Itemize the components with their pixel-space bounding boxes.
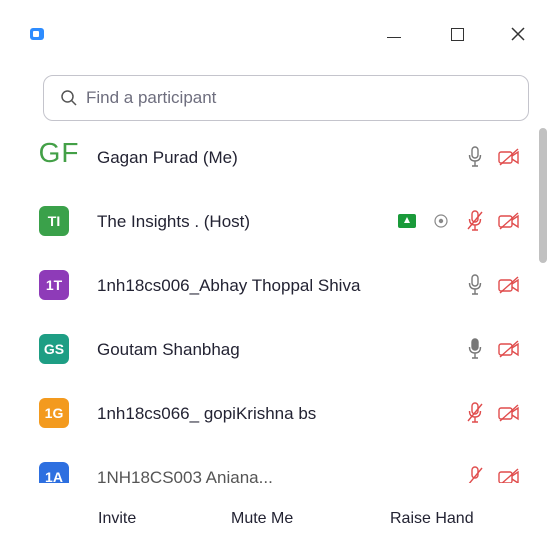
participants-window: GF Gagan Purad (Me) TI The Insights . (H…: [0, 0, 552, 557]
video-off-icon[interactable]: [497, 273, 521, 297]
list-item[interactable]: GS Goutam Shanbhag: [0, 320, 535, 384]
recording-icon: [429, 209, 453, 233]
avatar: TI: [39, 206, 69, 236]
maximize-icon: [450, 27, 464, 41]
minimize-button[interactable]: [376, 20, 412, 48]
screen-share-icon: [395, 209, 419, 233]
search-input[interactable]: [84, 87, 508, 109]
list-item[interactable]: 1A 1NH18CS003 Anjana...: [0, 448, 535, 483]
avatar: 1A: [39, 462, 69, 483]
mute-me-button[interactable]: Mute Me: [231, 510, 293, 528]
list-item[interactable]: GF Gagan Purad (Me): [0, 128, 535, 192]
mic-muted-icon[interactable]: [463, 401, 487, 425]
list-item[interactable]: TI The Insights . (Host): [0, 192, 535, 256]
zoom-app-icon: [30, 28, 44, 40]
maximize-button[interactable]: [439, 20, 475, 48]
scrollbar-thumb[interactable]: [539, 128, 547, 263]
video-off-icon[interactable]: [497, 401, 521, 425]
video-off-icon[interactable]: [497, 145, 521, 169]
minimize-icon: [387, 36, 401, 38]
search-icon: [61, 90, 77, 106]
mic-icon[interactable]: [463, 145, 487, 169]
participant-name: Gagan Purad (Me): [97, 148, 238, 167]
avatar: GS: [39, 334, 69, 364]
raise-hand-button[interactable]: Raise Hand: [390, 510, 474, 528]
participant-name: 1NH18CS003 Anjana...: [97, 468, 273, 483]
mic-icon[interactable]: [463, 273, 487, 297]
avatar: 1G: [39, 398, 69, 428]
video-off-icon[interactable]: [497, 337, 521, 361]
list-item[interactable]: 1T 1nh18cs006_Abhay Thoppal Shiva: [0, 256, 535, 320]
participant-name: Goutam Shanbhag: [97, 340, 240, 359]
mic-muted-icon[interactable]: [463, 209, 487, 233]
scrollbar[interactable]: [537, 128, 549, 483]
close-button[interactable]: [500, 20, 536, 48]
title-bar: [0, 0, 552, 62]
avatar: GF: [38, 137, 80, 168]
avatar: 1T: [39, 270, 69, 300]
video-off-icon[interactable]: [497, 465, 521, 483]
footer-toolbar: Invite Mute Me Raise Hand: [0, 490, 552, 557]
video-off-icon[interactable]: [497, 209, 521, 233]
close-icon: [511, 27, 525, 41]
list-item[interactable]: 1G 1nh18cs066_ gopiKrishna bs: [0, 384, 535, 448]
mic-icon[interactable]: [463, 337, 487, 361]
participant-name: 1nh18cs066_ gopiKrishna bs: [97, 404, 317, 423]
invite-button[interactable]: Invite: [98, 510, 136, 528]
search-box[interactable]: [43, 75, 529, 121]
participant-list: GF Gagan Purad (Me) TI The Insights . (H…: [0, 128, 552, 483]
mic-muted-icon[interactable]: [463, 465, 487, 483]
participant-name: The Insights . (Host): [97, 212, 251, 231]
participant-name: 1nh18cs006_Abhay Thoppal Shiva: [97, 276, 361, 295]
